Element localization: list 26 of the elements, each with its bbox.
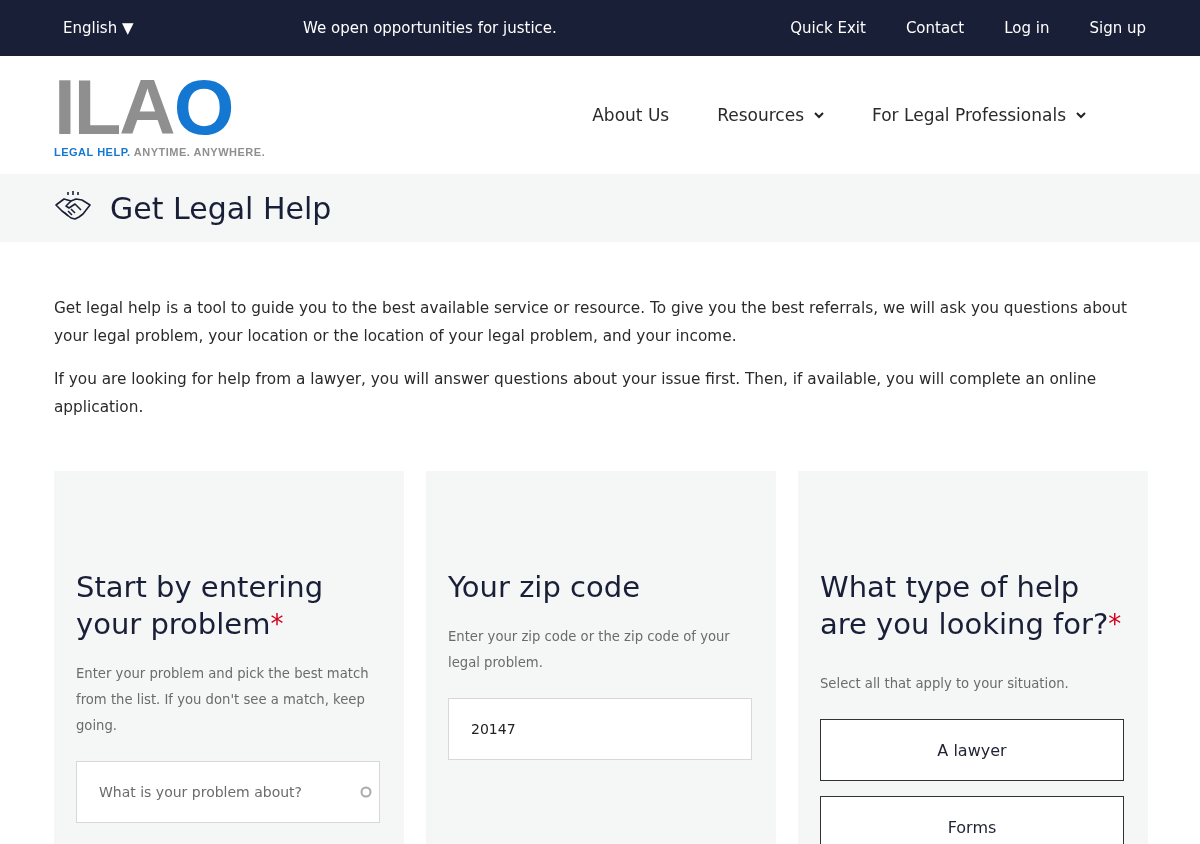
top-link[interactable]: Contact — [905, 19, 965, 37]
card-description: Enter your problem and pick the best match from the list. If you don't see a match, keep going. — [76, 665, 370, 735]
language-selector[interactable]: English ▼ — [63, 19, 303, 37]
card-title: Start by entering your problem* — [76, 569, 325, 643]
top-link[interactable]: Sign up — [1089, 19, 1146, 37]
page-title: Get Legal Help — [110, 190, 332, 226]
card-title: What type of help are you looking for?* — [820, 569, 1123, 643]
intro-paragraph: If you are looking for help from a lawyer, you will answer questions about your issue first. Then, if available, you will complete an online application. — [54, 369, 1098, 418]
nav-link[interactable]: Resources — [717, 105, 825, 125]
zip-code-field[interactable]: 20147 — [448, 698, 752, 760]
nav-link[interactable]: About Us — [592, 105, 670, 125]
top-link[interactable]: Log in — [1004, 19, 1050, 37]
intro-paragraph: Get legal help is a tool to guide you to the best available service or resource. To give you the best referrals, we will ask you questions about your legal problem, your location or the location of your legal problem, and your income. — [54, 298, 1128, 347]
required-mark: * — [1108, 609, 1122, 639]
tagline: We open opportunities for justice. — [303, 19, 558, 37]
help-type-option[interactable]: Forms — [820, 796, 1124, 844]
logo[interactable]: ILAO LEGAL HELP. ANYTIME. ANYWHERE. — [54, 72, 266, 158]
top-link[interactable]: Quick Exit — [790, 19, 866, 37]
card-title: Your zip code — [448, 569, 641, 606]
card-description: Enter your zip code or the zip code of your legal problem. — [448, 628, 731, 672]
help-type-option[interactable]: A lawyer — [820, 719, 1124, 781]
card-description: Select all that apply to your situation. — [820, 675, 1070, 693]
loading-icon — [360, 786, 372, 798]
nav-link[interactable]: For Legal Professionals — [872, 105, 1086, 125]
problem-search-field[interactable]: What is your problem about? — [76, 761, 380, 823]
required-mark: * — [270, 609, 284, 639]
